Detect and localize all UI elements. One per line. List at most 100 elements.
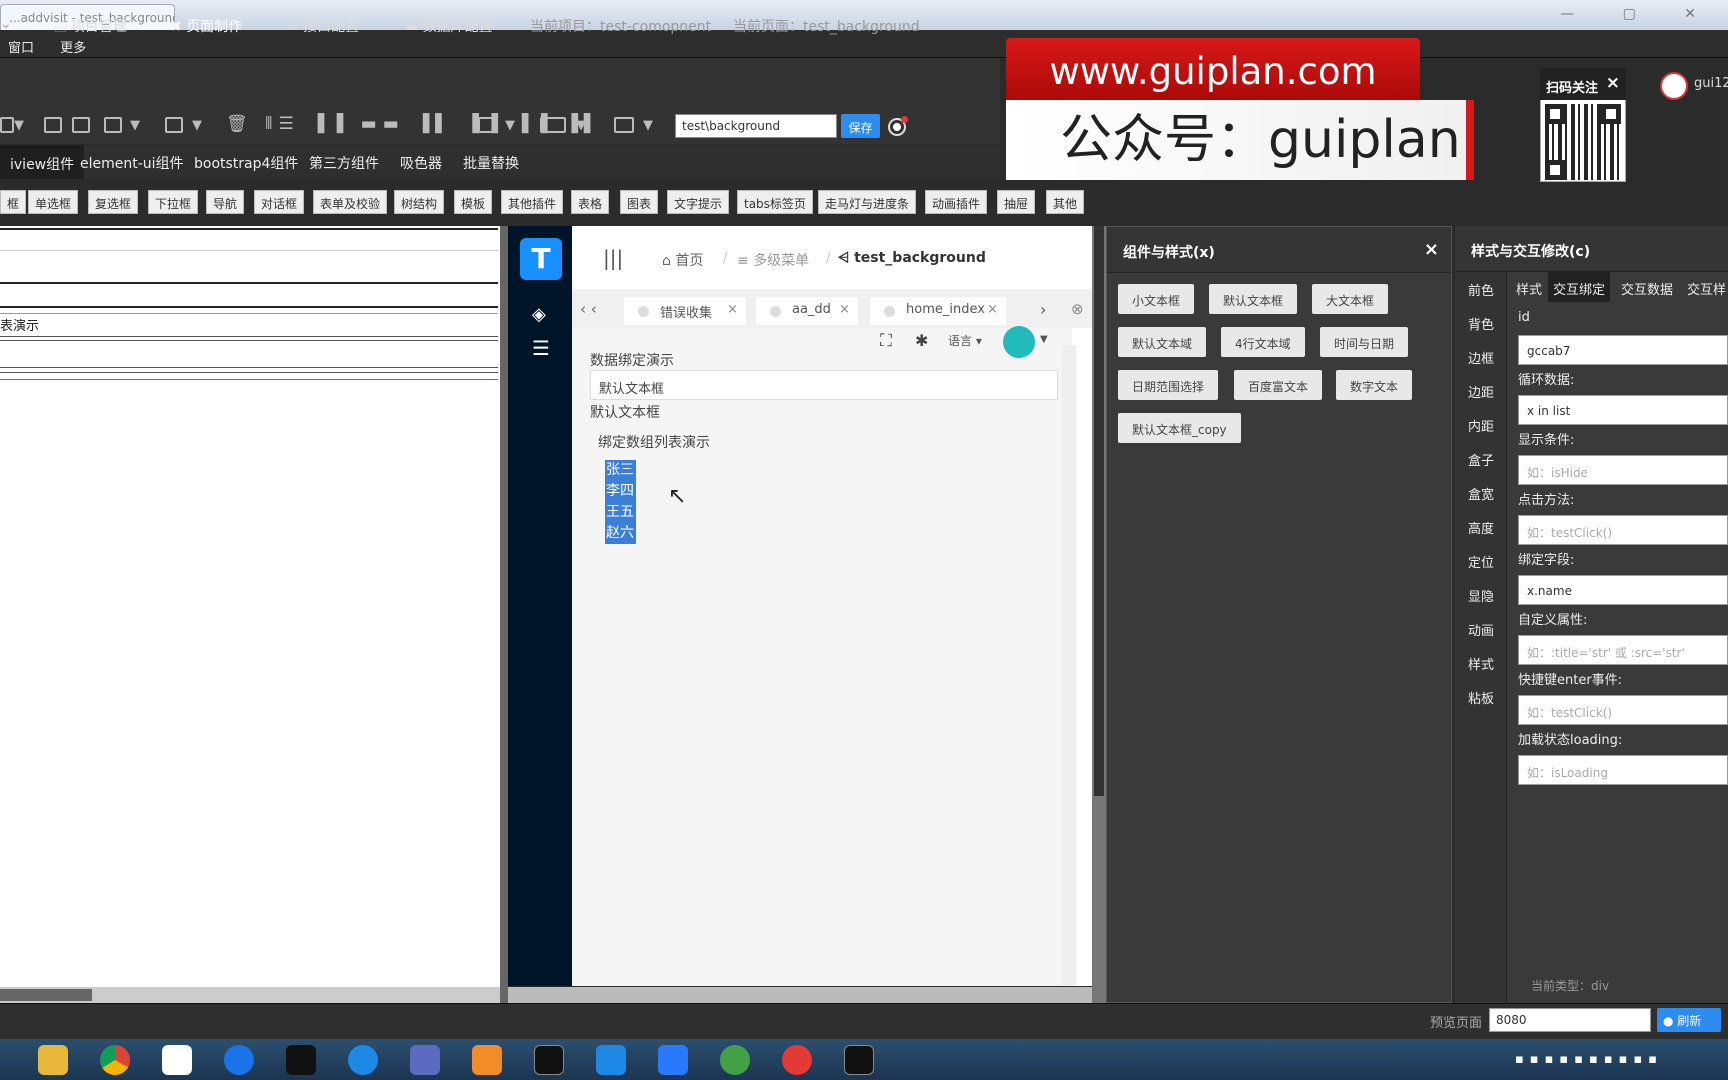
nav-api-config[interactable]: ∞ 接口配置 xyxy=(287,16,359,36)
page-tab[interactable]: home_index × xyxy=(870,297,1006,325)
tab-interaction-style[interactable]: 交互样 xyxy=(1682,272,1728,302)
chip-select[interactable]: 下拉框 xyxy=(148,190,199,214)
username[interactable]: gui12 xyxy=(1694,76,1728,91)
vtab-border[interactable]: 边框 xyxy=(1455,348,1507,367)
tab-style[interactable]: 样式 xyxy=(1511,272,1547,302)
chip-radio[interactable]: 单选框 xyxy=(28,190,79,214)
page-tab[interactable]: 错误收集 × xyxy=(624,297,746,325)
k-app-icon[interactable] xyxy=(224,1045,254,1075)
chip-form[interactable]: 表单及校验 xyxy=(313,190,388,214)
bind-field-input[interactable]: x.name xyxy=(1518,575,1728,605)
app-logo[interactable]: T xyxy=(520,238,562,280)
refresh-button[interactable]: ● 刷新 xyxy=(1657,1008,1721,1032)
tab-third-party[interactable]: 第三方组件 xyxy=(309,153,379,173)
tab-iview[interactable]: iview组件 xyxy=(0,145,85,179)
close-icon[interactable]: × xyxy=(1424,239,1439,260)
comp-large-textbox[interactable]: 大文本框 xyxy=(1312,284,1389,314)
guiplan-logo-avatar[interactable] xyxy=(1660,72,1688,100)
tab-element-ui[interactable]: element-ui组件 xyxy=(80,153,184,173)
page-path-input[interactable]: test\background xyxy=(675,114,837,138)
nav-db-config[interactable]: ▬ 数据库配置 xyxy=(405,16,493,36)
canvas-row-text[interactable]: 表演示 xyxy=(0,315,39,334)
record-icon[interactable] xyxy=(888,116,908,136)
font-increase-icon[interactable] xyxy=(44,117,62,133)
comp-number-text[interactable]: 数字文本 xyxy=(1336,370,1413,400)
comp-default-textbox[interactable]: 默认文本框 xyxy=(1209,284,1298,314)
language-select[interactable]: 语言 ▾ xyxy=(948,332,982,349)
system-tray-icons[interactable]: ▪▪▪▪▪▪▪▪▪▪ xyxy=(1515,1052,1663,1067)
custom-attr-input[interactable]: 如：:title='str' 或 :src='str' xyxy=(1518,635,1728,665)
list-item[interactable]: 赵六 xyxy=(605,523,636,544)
comp-rich-text[interactable]: 百度富文本 xyxy=(1234,370,1323,400)
vtab-animation[interactable]: 动画 xyxy=(1455,620,1507,639)
loop-data-input[interactable]: x in list xyxy=(1518,395,1728,425)
sync-app-icon[interactable] xyxy=(720,1045,750,1075)
tab-bootstrap4[interactable]: bootstrap4组件 xyxy=(194,153,298,173)
close-icon[interactable]: × xyxy=(727,302,738,317)
preview-scrollbar[interactable] xyxy=(1062,345,1076,985)
vtab-style[interactable]: 样式 xyxy=(1455,654,1507,673)
collapse-chevron-icon[interactable]: ⌄ xyxy=(0,16,12,32)
select-icon[interactable] xyxy=(165,117,183,133)
vtab-padding[interactable]: 内距 xyxy=(1455,416,1507,435)
tab-color-picker[interactable]: 吸色器 xyxy=(400,153,442,173)
dropdown-caret-icon[interactable]: ▼ xyxy=(643,118,653,133)
click-method-input[interactable]: 如：testClick() xyxy=(1518,515,1728,545)
comp-small-textbox[interactable]: 小文本框 xyxy=(1118,284,1195,314)
chrome-icon[interactable] xyxy=(100,1045,130,1075)
tab-batch-replace[interactable]: 批量替换 xyxy=(463,153,519,173)
chip-tabs[interactable]: tabs标签页 xyxy=(737,190,813,214)
show-condition-input[interactable]: 如：isHide xyxy=(1518,455,1728,485)
layers-icon[interactable]: ◈ xyxy=(532,304,546,325)
terminal-icon[interactable] xyxy=(844,1045,874,1075)
comp-datetime[interactable]: 时间与日期 xyxy=(1320,327,1409,357)
chip-other-plugins[interactable]: 其他插件 xyxy=(501,190,564,214)
canvas-vertical-scrollbar[interactable] xyxy=(500,226,508,1003)
port-input[interactable]: 8080 xyxy=(1489,1008,1651,1032)
layout-icon[interactable] xyxy=(478,117,498,133)
menu-window[interactable]: 窗口 xyxy=(0,30,34,56)
vtab-margin[interactable]: 边距 xyxy=(1455,382,1507,401)
chip-other[interactable]: 其他 xyxy=(1046,190,1085,214)
grid-app-icon[interactable] xyxy=(658,1045,688,1075)
list-item[interactable]: 王五 xyxy=(605,502,636,523)
device-icon[interactable] xyxy=(540,117,566,133)
page-tab[interactable]: aa_dd × xyxy=(756,297,858,325)
menu-icon[interactable]: ☰ xyxy=(532,336,550,360)
strawberry-app-icon[interactable] xyxy=(782,1045,812,1075)
file-explorer-icon[interactable] xyxy=(38,1045,68,1075)
canvas-horizontal-scrollbar[interactable] xyxy=(0,987,500,1003)
dropdown-caret-icon[interactable]: ▼ xyxy=(130,118,140,133)
chip-input[interactable]: 框 xyxy=(0,190,27,214)
dropdown-caret-icon[interactable]: ▼ xyxy=(192,118,202,133)
bug-icon[interactable]: ✱ xyxy=(915,331,928,350)
comp-4row-textarea[interactable]: 4行文本域 xyxy=(1221,327,1305,357)
chip-checkbox[interactable]: 复选框 xyxy=(88,190,139,214)
fullscreen-icon[interactable]: ⛶ xyxy=(880,331,892,351)
dropdown-caret-icon[interactable]: ▼ xyxy=(505,118,515,133)
list-item[interactable]: 李四 xyxy=(605,481,636,502)
avatar-dropdown-icon[interactable]: ▼ xyxy=(1040,334,1048,345)
dropdown-caret-icon[interactable]: ▼ xyxy=(14,118,24,133)
nav-page-make[interactable]: ✖ 页面制作 xyxy=(170,16,242,36)
collapse-menu-icon[interactable]: ||| xyxy=(603,246,623,270)
vtab-clipboard[interactable]: 粘板 xyxy=(1455,688,1507,707)
tab-interaction-binding[interactable]: 交互绑定 xyxy=(1548,272,1611,302)
chip-drawer[interactable]: 抽屉 xyxy=(997,190,1036,214)
vtab-fg-color[interactable]: 前色 xyxy=(1455,280,1507,299)
nav-project-manage[interactable]: 🗋 项目管理 xyxy=(55,16,127,40)
vtab-box-width[interactable]: 盒宽 xyxy=(1455,484,1507,503)
vtab-visibility[interactable]: 显隐 xyxy=(1455,586,1507,605)
width-icon[interactable] xyxy=(614,117,634,133)
ok-app-icon[interactable] xyxy=(286,1045,316,1075)
user-avatar[interactable] xyxy=(1003,326,1035,358)
app-icon[interactable] xyxy=(162,1045,192,1075)
window-controls[interactable]: — ▢ ✕ xyxy=(1560,6,1718,22)
w-app-icon[interactable] xyxy=(596,1045,626,1075)
comp-default-textbox-copy[interactable]: 默认文本框_copy xyxy=(1118,413,1241,443)
guiplan-app-icon[interactable] xyxy=(472,1045,502,1075)
image-icon[interactable] xyxy=(104,117,122,133)
dropdown-caret-icon[interactable]: ▼ xyxy=(576,118,586,133)
list-item[interactable]: 张三 xyxy=(605,460,636,481)
ie-icon[interactable] xyxy=(348,1045,378,1075)
